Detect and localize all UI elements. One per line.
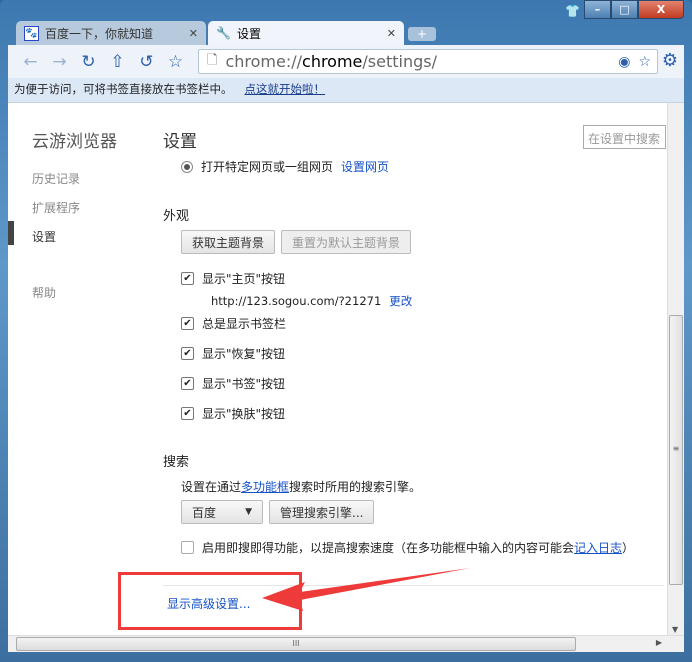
annotation-arrow-icon xyxy=(262,568,470,611)
